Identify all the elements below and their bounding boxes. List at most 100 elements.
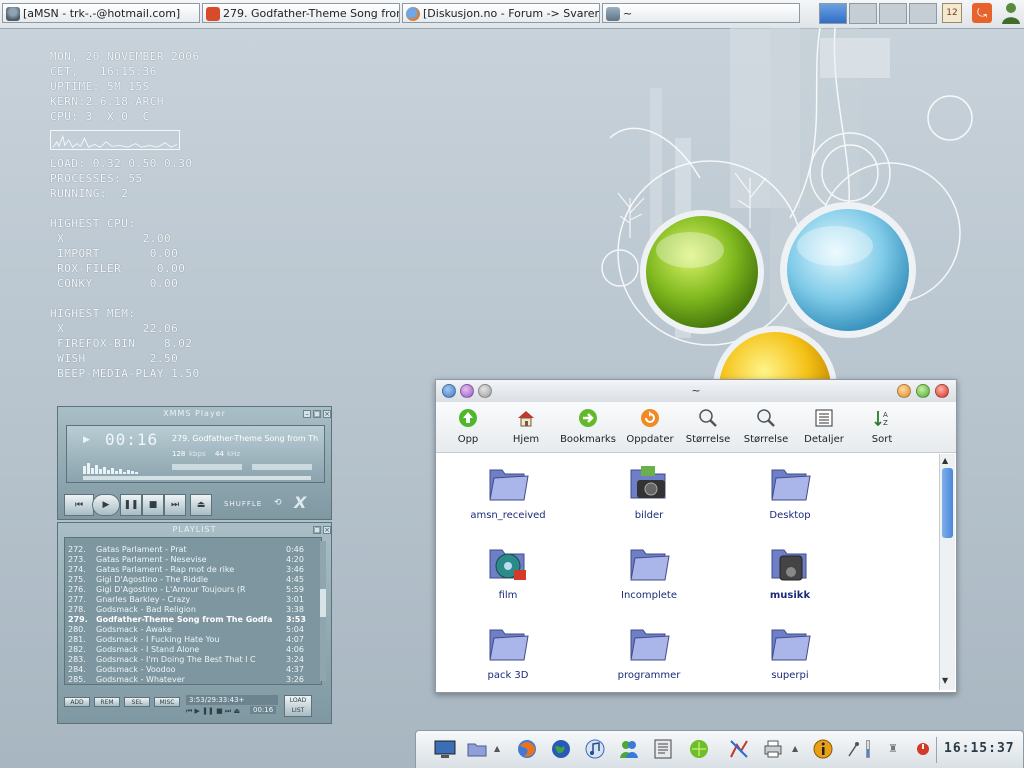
show-desktop-icon[interactable] [434, 738, 456, 760]
arrow-up-icon[interactable]: ▲ [792, 738, 802, 760]
arrow-up-icon[interactable]: ▲ [494, 738, 504, 760]
playlist-item[interactable]: 284. Godsmack - Voodoo 4:37 [68, 665, 318, 675]
next-button[interactable]: ⏭ [164, 494, 186, 516]
toolbar-zoom-in-button[interactable]: Størrelse [679, 406, 737, 450]
lock-screen-icon[interactable]: ♜ [886, 738, 900, 760]
playlist-item[interactable]: 272. Gatas Parlament - Prat 0:46 [68, 545, 318, 555]
file-view-scrollbar[interactable]: ▲ ▼ [939, 454, 955, 690]
user-icon[interactable] [1000, 1, 1022, 25]
calendar-icon[interactable]: 12 [942, 3, 962, 23]
file-item-superpi[interactable]: superpi [720, 620, 860, 692]
printer-launcher-icon[interactable] [762, 738, 784, 760]
playlist-shade-button[interactable]: □ [313, 526, 321, 534]
window-shade-button[interactable] [478, 384, 492, 398]
desktop-pager-1[interactable] [819, 3, 847, 24]
playlist-misc-button[interactable]: MISC [154, 697, 180, 707]
stop-button[interactable]: ■ [142, 494, 164, 516]
playlist-item[interactable]: 283. Godsmack - I'm Doing The Best That I… [68, 655, 318, 665]
window-minimize-button[interactable] [897, 384, 911, 398]
toolbar-zoom-out-button[interactable]: Størrelse [737, 406, 795, 450]
playlist-sel-button[interactable]: SEL [124, 697, 150, 707]
window-close-button[interactable] [935, 384, 949, 398]
playlist-item[interactable]: 274. Gatas Parlament - Rap mot de rike 3:4… [68, 565, 318, 575]
playlist-item[interactable]: 285. Godsmack - Whatever 3:26 [68, 675, 318, 685]
graphics-launcher-icon[interactable] [728, 738, 750, 760]
file-item-desktop[interactable]: Desktop [720, 460, 860, 532]
power-icon[interactable] [912, 738, 934, 760]
task-xmms[interactable]: 279. Godfather-Theme Song from... [202, 3, 400, 23]
playlist-item[interactable]: 280. Godsmack - Awake 5:04 [68, 625, 318, 635]
shuffle-toggle[interactable]: SHUFFLE [224, 500, 262, 508]
games-launcher-icon[interactable] [688, 738, 710, 760]
playlist-item[interactable]: 278. Godsmack - Bad Religion 3:38 [68, 605, 318, 615]
playlist-item[interactable]: 275. Gigi D'Agostino - The Riddle 4:45 [68, 575, 318, 585]
logout-icon[interactable]: ⤿ [972, 3, 992, 23]
playlist-add-button[interactable]: ADD [64, 697, 90, 707]
xmms-title[interactable]: XMMS Player [58, 407, 331, 421]
desktop-pager-2[interactable] [849, 3, 877, 24]
scroll-down-arrow-icon[interactable]: ▼ [942, 676, 948, 685]
playlist-item[interactable]: 277. Gnarles Barkley - Crazy 3:01 [68, 595, 318, 605]
scroll-up-arrow-icon[interactable]: ▲ [942, 456, 948, 465]
firefox-launcher-icon[interactable] [516, 738, 538, 760]
playlist-scroll-thumb[interactable] [320, 589, 326, 617]
toolbar-refresh-button[interactable]: Oppdater [621, 406, 679, 450]
playlist-close-button[interactable]: × [323, 526, 331, 534]
minimize-button[interactable]: – [303, 410, 311, 418]
playlist-scrollbar[interactable] [320, 541, 326, 681]
task-amsn[interactable]: [aMSN - trk-.-@hotmail.com] [2, 3, 200, 23]
xmms-time[interactable]: 00:16 [105, 430, 158, 449]
close-button[interactable]: × [323, 410, 331, 418]
file-item-film[interactable]: film [438, 540, 578, 612]
toolbar-details-button[interactable]: Detaljer [795, 406, 853, 450]
repeat-toggle[interactable]: ⟲ [274, 498, 282, 508]
scroll-thumb[interactable] [942, 468, 953, 538]
task-terminal[interactable]: ~ [602, 3, 800, 23]
load-list-button[interactable]: LOAD LIST [284, 695, 312, 717]
messenger-launcher-icon[interactable] [618, 738, 640, 760]
toolbar-home-button[interactable]: Hjem [497, 406, 555, 450]
window-sticky-button[interactable] [460, 384, 474, 398]
playlist-mini-controls[interactable]: ⏮ ▶ ❚❚ ■ ⏭ ⏏ [186, 707, 240, 716]
balance-slider[interactable] [252, 464, 312, 470]
window-titlebar[interactable]: ~ [436, 380, 956, 402]
pause-button[interactable]: ❚❚ [120, 494, 142, 516]
window-maximize-button[interactable] [916, 384, 930, 398]
playlist-item[interactable]: 276. Gigi D'Agostino - L'Amour Toujours (… [68, 585, 318, 595]
conky-line: FIREFOX-BIN 8.02 [50, 337, 193, 350]
panel-clock[interactable]: 16:15:37 [944, 738, 1014, 760]
volume-slider[interactable] [172, 464, 242, 470]
toolbar-up-button[interactable]: Opp [439, 406, 497, 450]
task-firefox[interactable]: [Diskusjon.no - Forum -> Svarer i ... [402, 3, 600, 23]
audio-launcher-icon[interactable] [584, 738, 606, 760]
desktop-pager-4[interactable] [909, 3, 937, 24]
file-item-musikk[interactable]: musikk [720, 540, 860, 612]
terminal-launcher-icon[interactable] [652, 738, 674, 760]
seek-bar[interactable] [83, 476, 311, 480]
playlist-item[interactable]: 281. Godsmack - I Fucking Hate You 4:07 [68, 635, 318, 645]
file-item-amsn-received[interactable]: amsn_received [438, 460, 578, 532]
info-launcher-icon[interactable] [812, 738, 834, 760]
file-item-bilder[interactable]: bilder [579, 460, 719, 532]
playlist-item[interactable]: 282. Godsmack - I Stand Alone 4:06 [68, 645, 318, 655]
shade-button[interactable]: □ [313, 410, 321, 418]
desktop-pager-3[interactable] [879, 3, 907, 24]
network-launcher-icon[interactable] [550, 738, 572, 760]
playlist-item[interactable]: 279. Godfather-Theme Song from The Godfa 3… [68, 615, 318, 625]
toolbar-sort-button[interactable]: AZ Sort [853, 406, 911, 450]
file-item-incomplete[interactable]: Incomplete [579, 540, 719, 612]
play-button[interactable]: ▶ [92, 494, 120, 516]
network-status-icon[interactable] [846, 738, 860, 760]
eject-button[interactable]: ⏏ [190, 494, 212, 516]
toolbar-bookmarks-button[interactable]: Bookmarks [559, 406, 617, 450]
toolbar-label: Sort [871, 434, 893, 445]
file-item-pack-3d[interactable]: pack 3D [438, 620, 578, 692]
file-item-programmer[interactable]: programmer [579, 620, 719, 692]
volume-level-icon[interactable] [864, 738, 872, 760]
window-menu-button[interactable] [442, 384, 456, 398]
playlist-rem-button[interactable]: REM [94, 697, 120, 707]
file-manager-launcher-icon[interactable] [466, 738, 488, 760]
previous-button[interactable]: ⏮ [64, 494, 94, 516]
playlist-item[interactable]: 273. Gatas Parlament - Nesevise 4:20 [68, 555, 318, 565]
playlist-title[interactable]: PLAYLIST [58, 523, 331, 537]
